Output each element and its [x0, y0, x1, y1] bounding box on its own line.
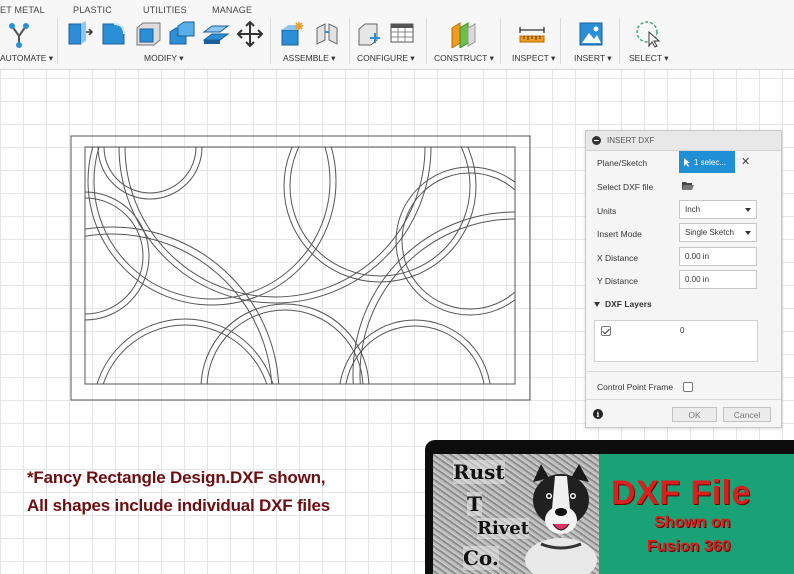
- badge-line-2: Fusion 360: [647, 538, 731, 555]
- logo-word-rust: Rust: [453, 460, 505, 484]
- chevron-down-icon: [745, 208, 751, 212]
- caption-line-1: *Fancy Rectangle Design.DXF shown,: [27, 468, 326, 487]
- layer-name: 0: [680, 326, 685, 335]
- configuration-table-icon[interactable]: [389, 20, 417, 48]
- fillet-icon[interactable]: [100, 20, 128, 48]
- units-label: Units: [597, 206, 617, 216]
- combine-icon[interactable]: [168, 20, 196, 48]
- insert-mode-label: Insert Mode: [597, 229, 642, 239]
- control-point-frame-label: Control Point Frame: [597, 382, 674, 392]
- badge-line-1: Shown on: [654, 514, 731, 531]
- separator: [500, 18, 501, 64]
- fancy-rectangle-sketch[interactable]: [60, 126, 540, 412]
- new-component-icon[interactable]: [279, 20, 307, 48]
- inspect-menu[interactable]: INSPECT ▾: [512, 53, 555, 64]
- cursor-arrow-icon: [684, 157, 690, 167]
- ribbon-toolbar: ET METAL PLASTIC UTILITIES MANAGE AUTOMA…: [0, 0, 794, 70]
- modify-menu[interactable]: MODIFY ▾: [144, 53, 184, 64]
- logo-word-co: Co.: [463, 546, 499, 570]
- select-icon[interactable]: [635, 20, 663, 48]
- rust-rivet-logo: Rust T Rivet Co.: [433, 454, 599, 574]
- caption-line-2: All shapes include individual DXF files: [27, 496, 330, 515]
- plane-sketch-value: 1 selec...: [694, 157, 727, 167]
- insert-dxf-dialog: INSERT DXF Plane/Sketch 1 selec... ✕ Sel…: [585, 130, 782, 428]
- separator: [57, 18, 58, 64]
- dxf-layers-heading: DXF Layers: [605, 299, 652, 309]
- insert-image-icon[interactable]: [578, 20, 604, 48]
- tab-plastic[interactable]: PLASTIC: [73, 5, 112, 15]
- tab-manage[interactable]: MANAGE: [212, 5, 252, 15]
- insert-mode-value: Single Sketch: [685, 228, 734, 237]
- dxf-file-label: Select DXF file: [597, 182, 654, 192]
- dxf-layers-section-toggle[interactable]: DXF Layers: [594, 299, 652, 309]
- badge-title: DXF File: [611, 474, 752, 512]
- x-distance-input[interactable]: 0.00 in: [679, 247, 757, 266]
- construct-menu[interactable]: CONSTRUCT ▾: [434, 53, 494, 64]
- joint-icon[interactable]: [313, 20, 341, 48]
- dialog-title: INSERT DXF: [607, 136, 655, 145]
- ok-button[interactable]: OK: [672, 407, 717, 422]
- shell-icon[interactable]: [134, 20, 162, 48]
- offset-plane-icon[interactable]: [449, 20, 477, 48]
- folder-open-icon[interactable]: [682, 181, 695, 191]
- chevron-down-icon: [745, 231, 751, 235]
- select-menu[interactable]: SELECT ▾: [629, 53, 669, 64]
- automate-icon[interactable]: [6, 20, 32, 48]
- automate-menu[interactable]: AUTOMATE ▾: [0, 53, 53, 64]
- info-icon[interactable]: i: [593, 409, 603, 419]
- plane-sketch-label: Plane/Sketch: [597, 158, 648, 168]
- tab-utilities[interactable]: UTILITIES: [143, 5, 187, 15]
- configure-icon[interactable]: [356, 20, 384, 48]
- units-select[interactable]: Inch: [679, 200, 757, 219]
- y-distance-value: 0.00 in: [685, 275, 710, 284]
- units-value: Inch: [685, 205, 701, 214]
- control-point-frame-checkbox[interactable]: [683, 382, 693, 392]
- dxf-layers-list: 0: [594, 320, 758, 362]
- logo-word-t: T: [467, 492, 482, 516]
- plane-sketch-selector[interactable]: 1 selec...: [679, 151, 735, 173]
- separator: [349, 18, 350, 64]
- move-icon[interactable]: [236, 20, 264, 48]
- insert-mode-select[interactable]: Single Sketch: [679, 223, 757, 242]
- y-distance-input[interactable]: 0.00 in: [679, 270, 757, 289]
- separator: [426, 18, 427, 64]
- layer-checkbox[interactable]: [601, 326, 611, 336]
- promo-banner: Rust T Rivet Co. DXF File Shown on Fusio…: [425, 440, 794, 574]
- collapse-icon[interactable]: [592, 136, 601, 145]
- x-distance-label: X Distance: [597, 253, 639, 263]
- dialog-header: INSERT DXF: [586, 131, 781, 151]
- press-pull-icon[interactable]: [66, 20, 94, 48]
- separator: [560, 18, 561, 64]
- tab-sheet-metal[interactable]: ET METAL: [0, 5, 45, 15]
- divider: [586, 371, 781, 372]
- divider: [586, 399, 781, 400]
- y-distance-label: Y Distance: [597, 276, 638, 286]
- dxf-file-badge: DXF File Shown on Fusion 360: [599, 454, 794, 574]
- x-distance-value: 0.00 in: [685, 252, 710, 261]
- separator: [270, 18, 271, 64]
- offset-face-icon[interactable]: [202, 20, 230, 48]
- separator: [619, 18, 620, 64]
- clear-selection-icon[interactable]: ✕: [741, 155, 750, 168]
- triangle-down-icon: [594, 301, 600, 307]
- measure-icon[interactable]: [518, 20, 546, 48]
- assemble-menu[interactable]: ASSEMBLE ▾: [283, 53, 335, 64]
- insert-menu[interactable]: INSERT ▾: [574, 53, 612, 64]
- configure-menu[interactable]: CONFIGURE ▾: [357, 53, 415, 64]
- cancel-button[interactable]: Cancel: [723, 407, 771, 422]
- dog-illustration: [525, 464, 597, 574]
